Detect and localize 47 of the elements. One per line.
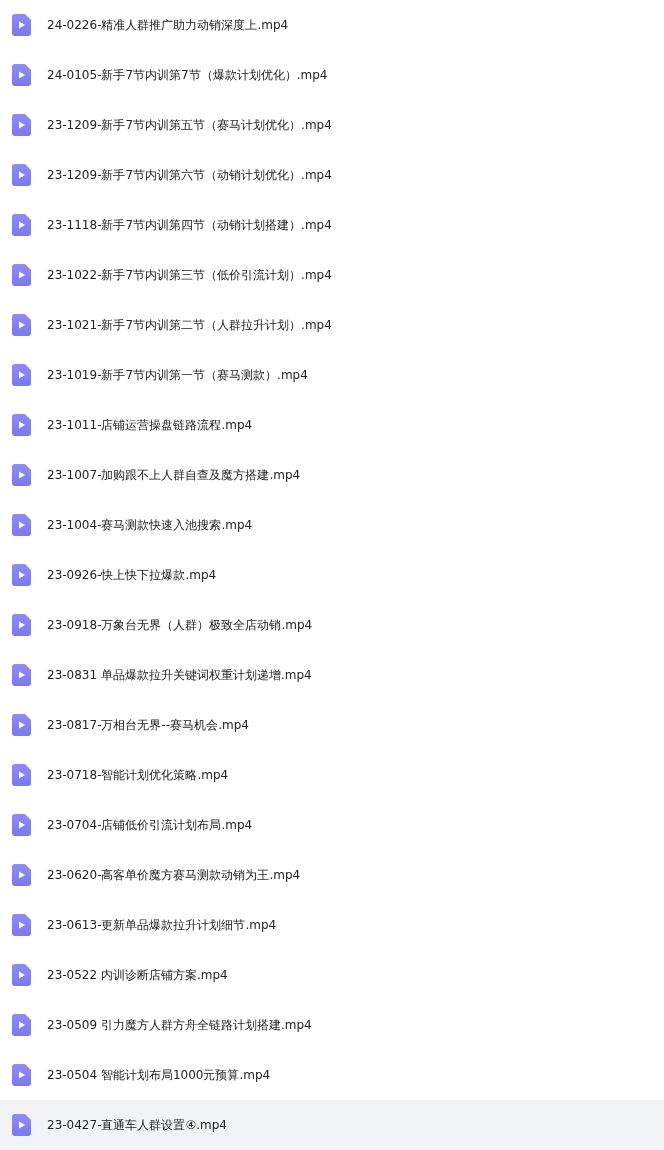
file-name: 23-0509 引力魔方人群方舟全链路计划搭建.mp4: [47, 1017, 312, 1034]
file-name: 23-0620-高客单价魔方赛马测款动销为王.mp4: [47, 867, 301, 884]
video-file-icon: [12, 764, 31, 786]
video-file-icon: [12, 214, 31, 236]
file-name: 23-0831 单品爆款拉升关键词权重计划递增.mp4: [47, 667, 312, 684]
video-file-icon: [12, 264, 31, 286]
file-name: 23-0926-快上快下拉爆款.mp4: [47, 567, 217, 584]
file-name: 23-1019-新手7节内训第一节（赛马测款）.mp4: [47, 367, 308, 384]
video-file-icon: [12, 814, 31, 836]
video-file-icon: [12, 864, 31, 886]
video-file-icon: [12, 314, 31, 336]
video-file-icon: [12, 664, 31, 686]
video-file-icon: [12, 964, 31, 986]
file-name: 23-1118-新手7节内训第四节（动销计划搭建）.mp4: [47, 217, 332, 234]
file-name: 23-0427-直通车人群设置④.mp4: [47, 1117, 227, 1134]
file-row[interactable]: 23-0427-直通车人群设置④.mp4: [0, 1100, 664, 1150]
video-file-icon: [12, 114, 31, 136]
file-name: 23-1004-赛马测款快速入池搜索.mp4: [47, 517, 253, 534]
video-file-icon: [12, 514, 31, 536]
video-file-icon: [12, 564, 31, 586]
file-name: 23-1011-店铺运营操盘链路流程.mp4: [47, 417, 253, 434]
file-name: 23-0918-万象台无界（人群）极致全店动销.mp4: [47, 617, 313, 634]
video-file-icon: [12, 364, 31, 386]
video-file-icon: [12, 1064, 31, 1086]
video-file-icon: [12, 914, 31, 936]
file-name: 23-0522 内训诊断店铺方案.mp4: [47, 967, 228, 984]
video-file-icon: [12, 1114, 31, 1136]
file-name: 23-1022-新手7节内训第三节（低价引流计划）.mp4: [47, 267, 332, 284]
file-name: 24-0105-新手7节内训第7节（爆款计划优化）.mp4: [47, 67, 328, 84]
file-name: 23-1209-新手7节内训第五节（赛马计划优化）.mp4: [47, 117, 332, 134]
video-file-icon: [12, 464, 31, 486]
file-name: 23-0704-店铺低价引流计划布局.mp4: [47, 817, 253, 834]
file-name: 23-0613-更新单品爆款拉升计划细节.mp4: [47, 917, 277, 934]
file-name: 23-0504 智能计划布局1000元预算.mp4: [47, 1067, 271, 1084]
video-file-icon: [12, 414, 31, 436]
file-name: 23-1021-新手7节内训第二节（人群拉升计划）.mp4: [47, 317, 332, 334]
file-name: 23-0817-万相台无界--赛马机会.mp4: [47, 717, 249, 734]
video-file-icon: [12, 714, 31, 736]
file-name: 23-1209-新手7节内训第六节（动销计划优化）.mp4: [47, 167, 332, 184]
video-file-icon: [12, 64, 31, 86]
file-name: 23-1007-加购跟不上人群自查及魔方搭建.mp4: [47, 467, 301, 484]
video-file-icon: [12, 164, 31, 186]
file-name: 23-0718-智能计划优化策略.mp4: [47, 767, 229, 784]
video-file-icon: [12, 1014, 31, 1036]
file-name: 24-0226-精准人群推广助力动销深度上.mp4: [47, 17, 289, 34]
video-file-icon: [12, 614, 31, 636]
video-file-icon: [12, 14, 31, 36]
